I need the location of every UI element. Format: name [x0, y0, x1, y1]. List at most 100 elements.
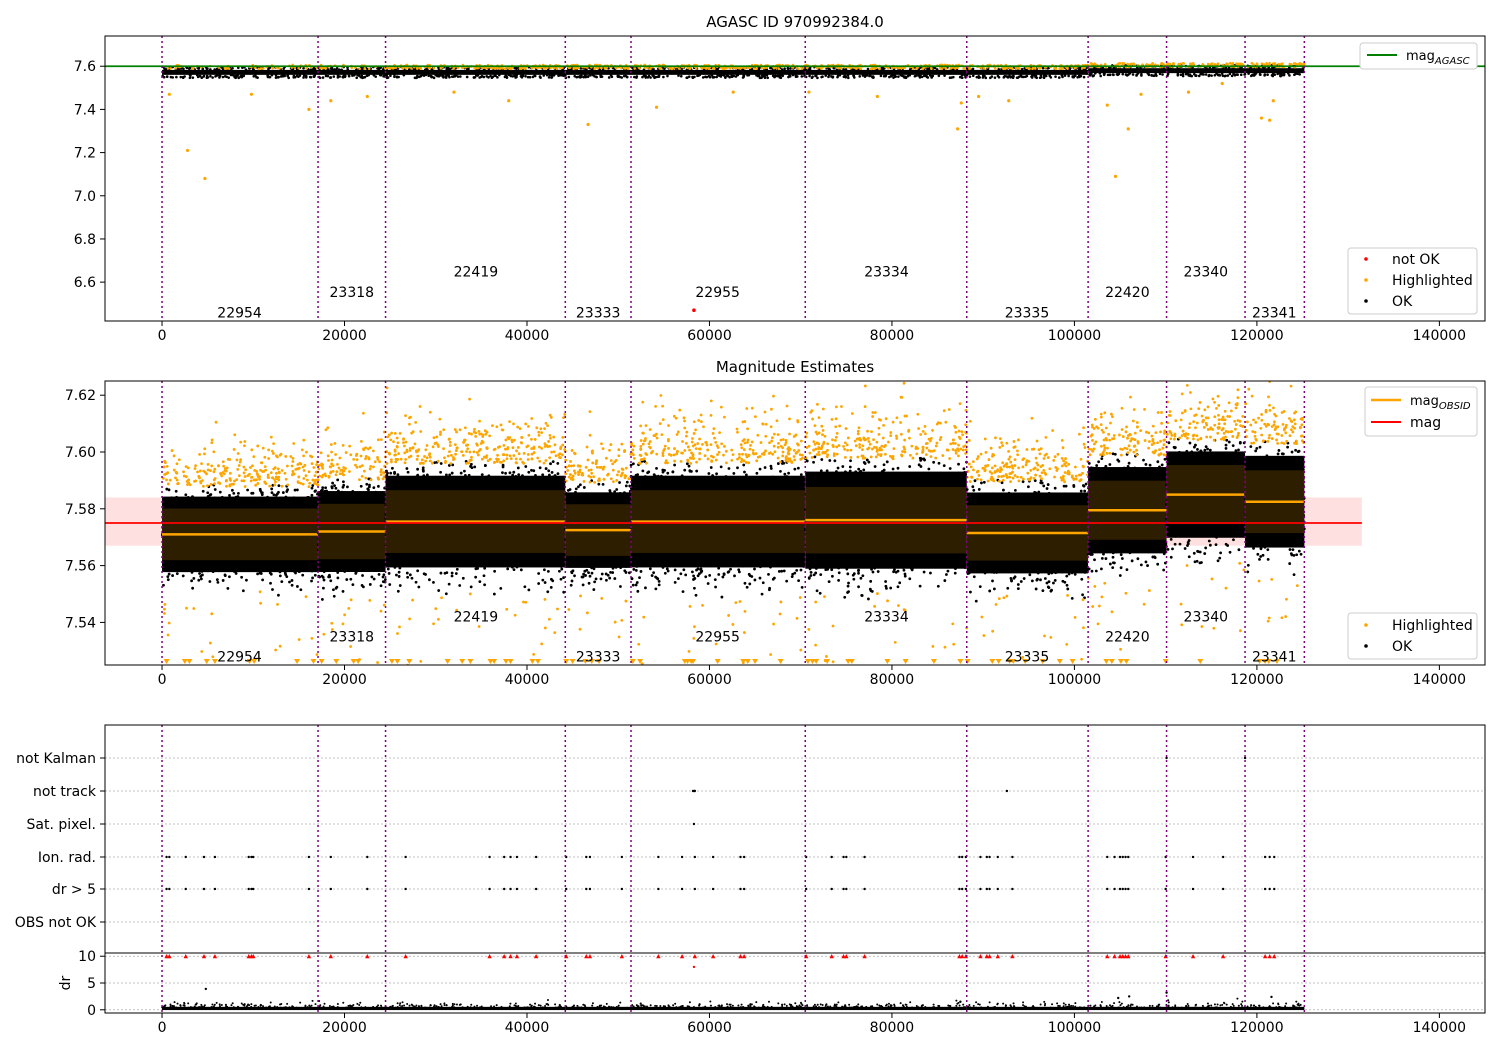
ok-point [968, 75, 972, 78]
highlight-point [163, 607, 166, 611]
ok-point [218, 490, 222, 494]
ok-point [1098, 72, 1102, 75]
ok-point [196, 501, 200, 505]
ok-point [791, 73, 795, 77]
highlight-point [623, 67, 627, 70]
highlight-point [1002, 66, 1006, 70]
ok-point [280, 580, 284, 584]
ok-point [297, 570, 301, 573]
highlight-point [859, 67, 862, 71]
ok-point [824, 74, 828, 77]
highlight-point [261, 67, 265, 70]
ok-point [250, 560, 253, 564]
ok-point [209, 68, 212, 71]
ok-point [354, 497, 357, 501]
ok-point [251, 491, 255, 495]
highlight-point [379, 609, 383, 613]
ok-point [779, 76, 783, 80]
ok-point [326, 68, 330, 71]
ok-point [993, 76, 997, 79]
ok-point [343, 497, 346, 501]
ok-point [519, 74, 523, 78]
ok-point [260, 565, 264, 568]
ok-point [331, 495, 335, 499]
ok-point [1230, 74, 1234, 78]
ok-point [233, 564, 237, 567]
highlight-point [163, 603, 167, 606]
highlight-point [210, 464, 214, 468]
ok-point [235, 566, 239, 569]
ok-point [773, 75, 776, 79]
highlight-point [219, 473, 223, 476]
highlight-point [200, 650, 204, 653]
ok-point [277, 490, 280, 494]
ok-point [374, 490, 378, 494]
ok-point [545, 73, 549, 77]
highlight-point [1168, 62, 1172, 66]
highlight-point [1011, 67, 1014, 71]
highlight-point [277, 478, 281, 482]
ok-point [333, 484, 336, 488]
ok-point [349, 577, 353, 581]
highlight-point [1237, 62, 1240, 66]
highlight-point [228, 458, 232, 461]
highlight-point [1279, 62, 1283, 66]
ok-point [211, 76, 214, 79]
ok-point [321, 498, 324, 502]
highlight-point [1105, 103, 1109, 107]
ok-point [892, 76, 895, 79]
highlight-point [258, 590, 262, 594]
ok-point [330, 486, 334, 490]
ok-point [1282, 72, 1286, 76]
ok-point [847, 76, 850, 80]
ok-point [305, 504, 309, 507]
ok-point [524, 74, 527, 78]
ok-point [314, 489, 317, 493]
ok-point [165, 75, 169, 78]
highlight-point [330, 450, 333, 454]
ok-point [726, 74, 729, 77]
highlight-point [320, 475, 324, 479]
ok-point [341, 485, 345, 489]
highlight-point [198, 469, 202, 473]
ok-point [879, 74, 883, 78]
highlight-point [258, 477, 261, 481]
ok-point [897, 75, 900, 78]
ok-point [292, 496, 296, 500]
highlight-point [273, 483, 277, 487]
ok-point [347, 74, 351, 78]
ok-point [254, 74, 257, 77]
ok-point [447, 74, 451, 78]
ok-point [258, 487, 262, 491]
highlight-point [352, 458, 356, 461]
ok-point [354, 570, 358, 574]
y-tick-label: 7.2 [74, 146, 96, 162]
ok-point [269, 503, 272, 507]
figure: AGASC ID 970992384.0 2295423318224192333… [0, 0, 1500, 1050]
highlight-point [272, 452, 275, 455]
x-tick-label: 40000 [505, 328, 550, 344]
highlight-point [242, 479, 246, 483]
highlight-point [1228, 61, 1232, 65]
highlight-point [1265, 62, 1269, 66]
ok-point [370, 497, 374, 500]
ok-point [209, 493, 213, 496]
ok-point [190, 579, 194, 583]
ok-point [882, 74, 886, 78]
ok-point [960, 73, 964, 77]
highlight-point [807, 90, 811, 94]
ok-point [786, 66, 790, 70]
highlight-point [712, 67, 716, 71]
highlight-point [968, 67, 971, 71]
highlight-point [368, 598, 372, 602]
ok-point [175, 75, 178, 79]
highlight-point [302, 438, 306, 442]
obsid-label: 22420 [1105, 285, 1150, 301]
ok-point [647, 74, 651, 78]
ok-point [853, 76, 856, 79]
highlight-point [283, 471, 287, 475]
ok-point [276, 499, 279, 503]
ok-point [372, 486, 376, 489]
ok-point [789, 67, 792, 70]
highlight-point [358, 465, 362, 469]
